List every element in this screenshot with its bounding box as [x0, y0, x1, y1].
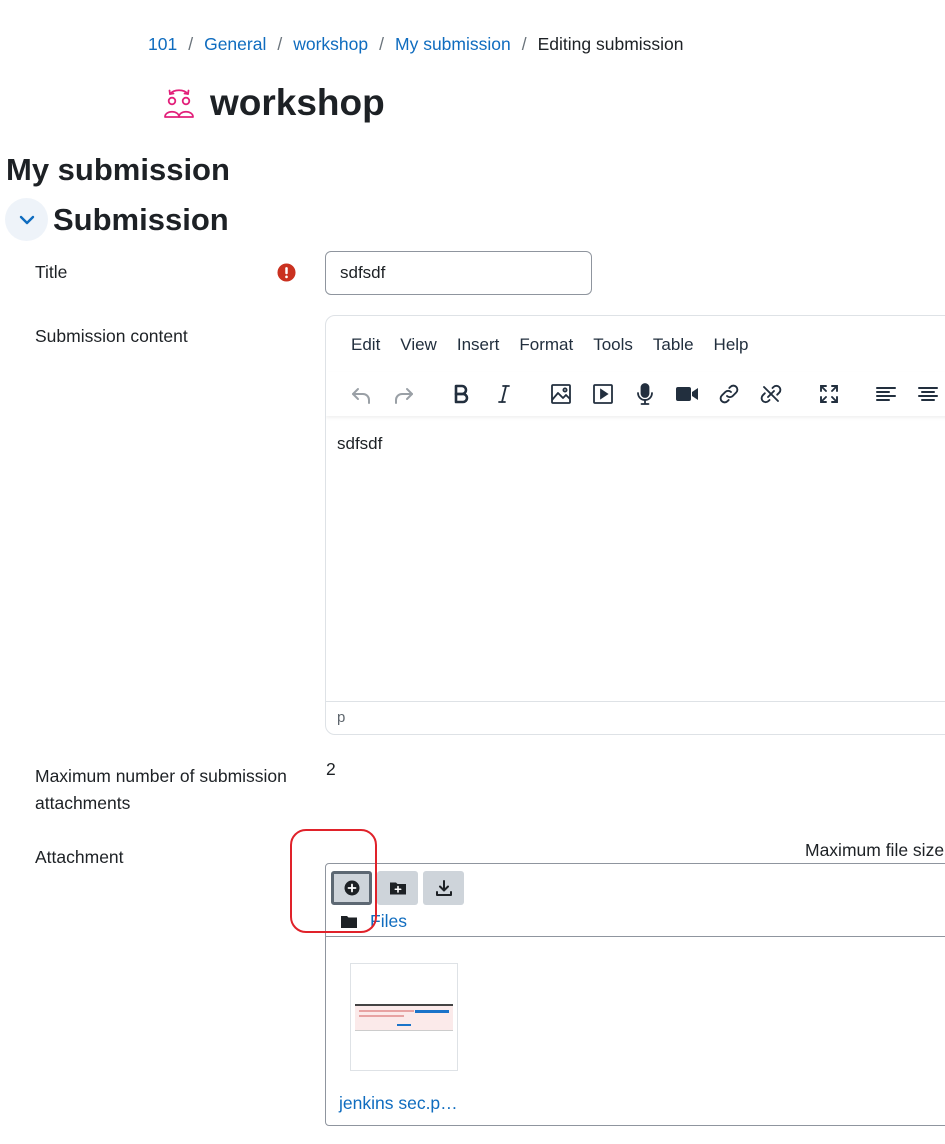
- media-icon: [593, 384, 613, 404]
- title-label: Title: [35, 262, 68, 282]
- italic-button[interactable]: [487, 379, 521, 409]
- attachment-label: Attachment: [35, 847, 124, 867]
- menu-view[interactable]: View: [390, 332, 447, 358]
- workshop-icon: [164, 89, 194, 118]
- activity-title: workshop: [210, 82, 385, 123]
- add-file-button[interactable]: [331, 871, 372, 905]
- create-folder-button[interactable]: [377, 871, 418, 905]
- align-center-icon: [918, 387, 938, 401]
- insert-media-button[interactable]: [586, 379, 620, 409]
- file-manager-divider: [326, 936, 945, 937]
- submission-content-label: Submission content: [35, 326, 188, 346]
- breadcrumb-separator: /: [379, 34, 384, 54]
- max-attachments-value: 2: [326, 759, 336, 779]
- max-attachments-label-line2: attachments: [35, 793, 131, 813]
- breadcrumb-item-section[interactable]: General: [204, 34, 266, 55]
- breadcrumb-current: Editing submission: [537, 34, 684, 54]
- download-all-button[interactable]: [423, 871, 464, 905]
- menu-tools[interactable]: Tools: [583, 332, 643, 358]
- menu-table[interactable]: Table: [643, 332, 704, 358]
- bold-icon: [454, 384, 469, 404]
- italic-icon: [498, 385, 510, 403]
- max-attachments-label-line1: Maximum number of submission: [35, 766, 287, 786]
- section-heading: Submission: [53, 202, 229, 237]
- align-center-button[interactable]: [911, 379, 945, 409]
- breadcrumb-item-course[interactable]: 101: [148, 34, 177, 55]
- editor-statusbar: p: [326, 701, 945, 734]
- record-audio-button[interactable]: [628, 379, 662, 409]
- breadcrumb-item-activity[interactable]: workshop: [293, 34, 368, 55]
- breadcrumb: 101 / General / workshop / My submission…: [148, 34, 684, 55]
- editor-menubar: Edit View Insert Format Tools Table Help: [326, 332, 759, 358]
- section-collapse-toggle[interactable]: [5, 198, 48, 241]
- link-icon: [719, 384, 739, 404]
- create-folder-icon: [389, 882, 406, 895]
- file-name-link[interactable]: jenkins sec.p…: [339, 1093, 458, 1114]
- record-video-button[interactable]: [670, 379, 704, 409]
- editor-toolbar: [326, 372, 945, 416]
- breadcrumb-separator: /: [521, 34, 527, 54]
- bold-button[interactable]: [444, 379, 478, 409]
- breadcrumb-item-my-submission[interactable]: My submission: [395, 34, 511, 55]
- editor-content[interactable]: sdfsdf: [337, 434, 382, 454]
- max-file-size: Maximum file size: [805, 840, 945, 860]
- menu-format[interactable]: Format: [509, 332, 583, 358]
- title-input[interactable]: [325, 251, 592, 295]
- redo-button[interactable]: [387, 379, 421, 409]
- insert-image-button[interactable]: [544, 379, 578, 409]
- file-path: Files: [340, 911, 407, 932]
- align-left-icon: [876, 387, 896, 401]
- chevron-down-icon: [19, 215, 34, 224]
- menu-insert[interactable]: Insert: [447, 332, 510, 358]
- max-attachments-label: Maximum number of submission attachments: [35, 763, 287, 817]
- required-icon: [277, 263, 296, 282]
- file-manager: Files jenkins sec.p…: [325, 863, 945, 1126]
- fullscreen-icon: [820, 385, 838, 403]
- files-root-link[interactable]: Files: [370, 911, 407, 932]
- image-preview: [355, 1004, 453, 1031]
- link-button[interactable]: [712, 379, 746, 409]
- undo-button[interactable]: [344, 379, 378, 409]
- unlink-icon: [760, 384, 782, 404]
- align-left-button[interactable]: [869, 379, 903, 409]
- menu-help[interactable]: Help: [704, 332, 759, 358]
- undo-icon: [352, 388, 370, 404]
- element-path[interactable]: p: [337, 709, 345, 726]
- video-camera-icon: [676, 387, 698, 401]
- download-icon: [435, 880, 452, 896]
- microphone-icon: [637, 383, 653, 405]
- file-thumbnail[interactable]: [350, 963, 458, 1071]
- fullscreen-button[interactable]: [812, 379, 846, 409]
- breadcrumb-separator: /: [188, 34, 194, 54]
- rich-text-editor: Edit View Insert Format Tools Table Help: [325, 315, 945, 735]
- redo-icon: [395, 388, 413, 404]
- page-title: My submission: [6, 152, 230, 187]
- unlink-button[interactable]: [754, 379, 788, 409]
- folder-icon: [341, 915, 357, 928]
- image-icon: [551, 384, 571, 404]
- breadcrumb-separator: /: [277, 34, 283, 54]
- menu-edit[interactable]: Edit: [326, 332, 390, 358]
- add-file-icon: [344, 880, 359, 896]
